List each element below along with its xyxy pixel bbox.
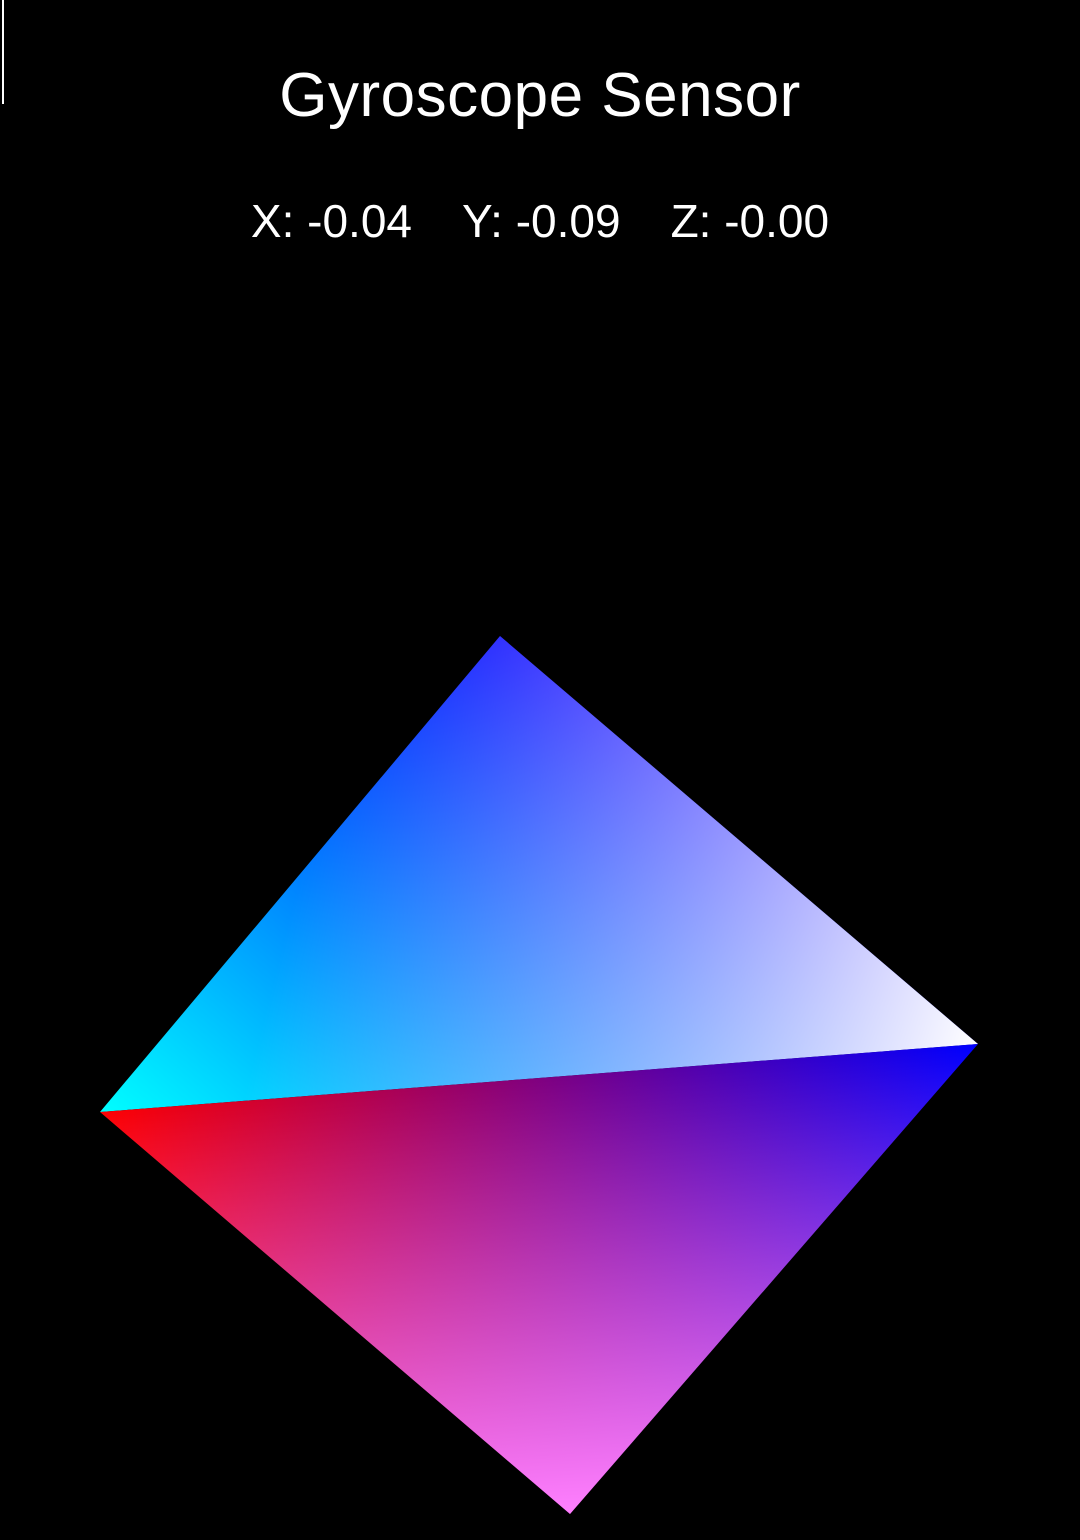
lower-face-highlight — [100, 1044, 978, 1514]
upper-face — [100, 636, 978, 1112]
lower-face — [100, 1044, 978, 1514]
z-axis-readout: Z: -0.00 — [670, 195, 830, 247]
y-axis-readout: Y: -0.09 — [462, 195, 621, 247]
rotating-shape-canvas — [100, 636, 978, 1514]
gyroscope-screen: Gyroscope Sensor X: -0.04 Y: -0.09 Z: -0… — [0, 0, 1080, 1540]
3d-render-view — [0, 600, 1080, 1540]
gyroscope-readouts: X: -0.04 Y: -0.09 Z: -0.00 — [0, 192, 1080, 250]
x-axis-readout: X: -0.04 — [250, 195, 412, 247]
page-title: Gyroscope Sensor — [279, 61, 801, 130]
upper-face-highlight — [100, 636, 978, 1112]
